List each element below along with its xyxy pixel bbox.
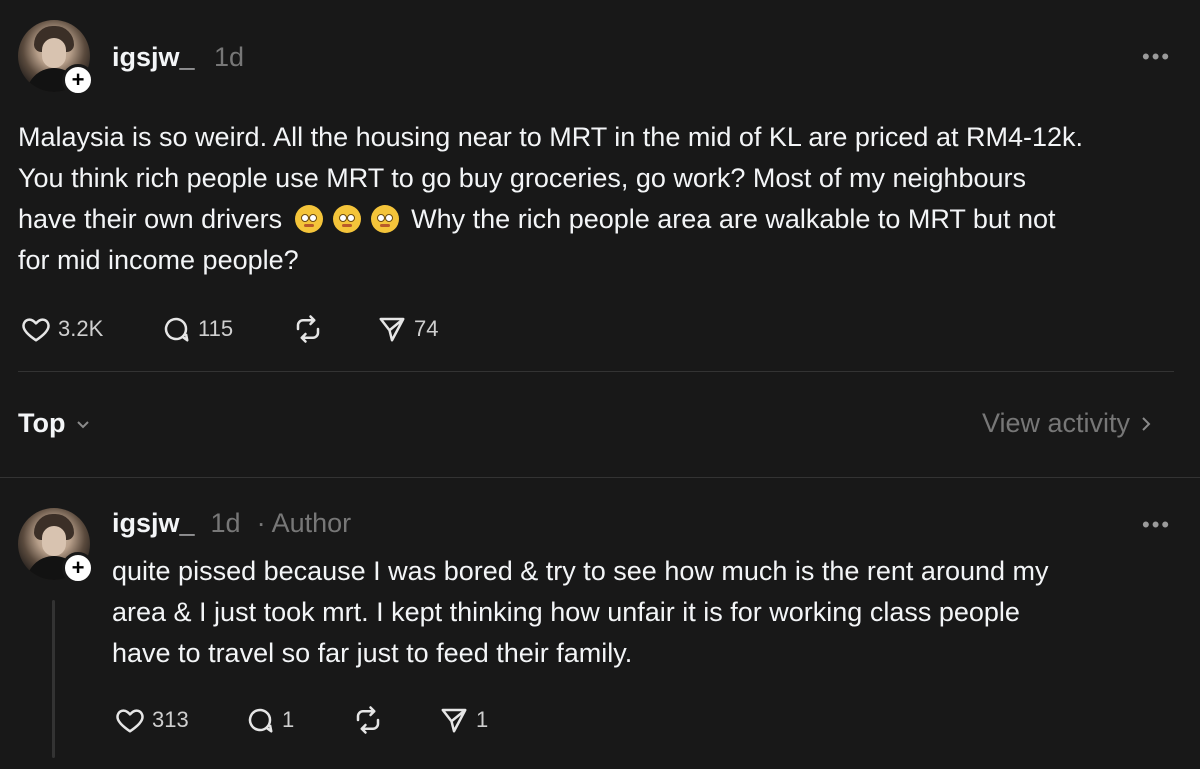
reply-header: igsjw_ 1d · Author [112, 508, 351, 539]
post-body: Malaysia is so weird. All the housing ne… [18, 117, 1188, 281]
follow-plus-icon[interactable]: + [62, 64, 94, 96]
reply-more-options-icon[interactable]: ••• [1142, 512, 1171, 538]
post-username[interactable]: igsjw_ [112, 42, 195, 73]
like-button[interactable]: 3.2K [20, 314, 103, 344]
comment-button[interactable]: 115 [160, 314, 233, 344]
share-button[interactable]: 74 [376, 314, 438, 344]
repost-icon [356, 706, 380, 734]
reply-text-line: area & I just took mrt. I kept thinking … [112, 597, 1020, 627]
reply-comment-count: 1 [282, 707, 295, 732]
sort-label: Top [18, 408, 66, 438]
comment-count: 115 [198, 316, 234, 341]
reply-comment-button[interactable]: 1 [244, 705, 294, 735]
section-divider [0, 477, 1200, 478]
reply-like-count: 313 [152, 707, 189, 732]
post-text-line: have their own drivers Why the rich peop… [18, 204, 1056, 234]
heart-icon [116, 709, 144, 733]
like-count: 3.2K [58, 316, 104, 341]
author-badge: · Author [256, 508, 352, 538]
divider [18, 371, 1174, 372]
post-text-line: Malaysia is so weird. All the housing ne… [18, 122, 1083, 152]
reply-text-line: have to travel so far just to feed their… [112, 638, 633, 668]
view-activity-label: View activity [982, 408, 1131, 438]
flushed-face-emoji-icon [294, 205, 323, 233]
flushed-face-emoji-icon [332, 205, 361, 233]
reply-like-button[interactable]: 313 [114, 705, 189, 735]
repost-icon [296, 315, 320, 343]
flushed-face-emoji-icon [370, 205, 399, 233]
reply-repost-button[interactable] [352, 705, 384, 735]
post-text-line: You think rich people use MRT to go buy … [18, 163, 1027, 193]
reply-body: quite pissed because I was bored & try t… [112, 551, 1182, 674]
send-icon [441, 708, 467, 733]
post-text-line: for mid income people? [18, 245, 299, 275]
heart-icon [22, 318, 50, 342]
comment-icon [248, 708, 273, 733]
share-count: 74 [414, 316, 439, 341]
reply-share-count: 1 [476, 707, 489, 732]
chevron-down-icon [77, 420, 90, 428]
reply-text-line: quite pissed because I was bored & try t… [112, 556, 1049, 586]
thread-line [52, 600, 55, 758]
reply-share-button[interactable]: 1 [438, 705, 488, 735]
reply-time: 1d [210, 508, 241, 538]
comment-icon [164, 317, 189, 342]
reply-username[interactable]: igsjw_ [112, 508, 195, 539]
send-icon [379, 317, 405, 342]
sort-dropdown[interactable]: Top [18, 408, 91, 439]
follow-plus-icon[interactable]: + [62, 552, 94, 584]
repost-button[interactable] [292, 314, 324, 344]
more-options-icon[interactable]: ••• [1142, 44, 1171, 70]
post-time: 1d [214, 42, 245, 72]
view-activity-link[interactable]: View activity [982, 408, 1152, 439]
chevron-right-icon [1142, 416, 1151, 431]
